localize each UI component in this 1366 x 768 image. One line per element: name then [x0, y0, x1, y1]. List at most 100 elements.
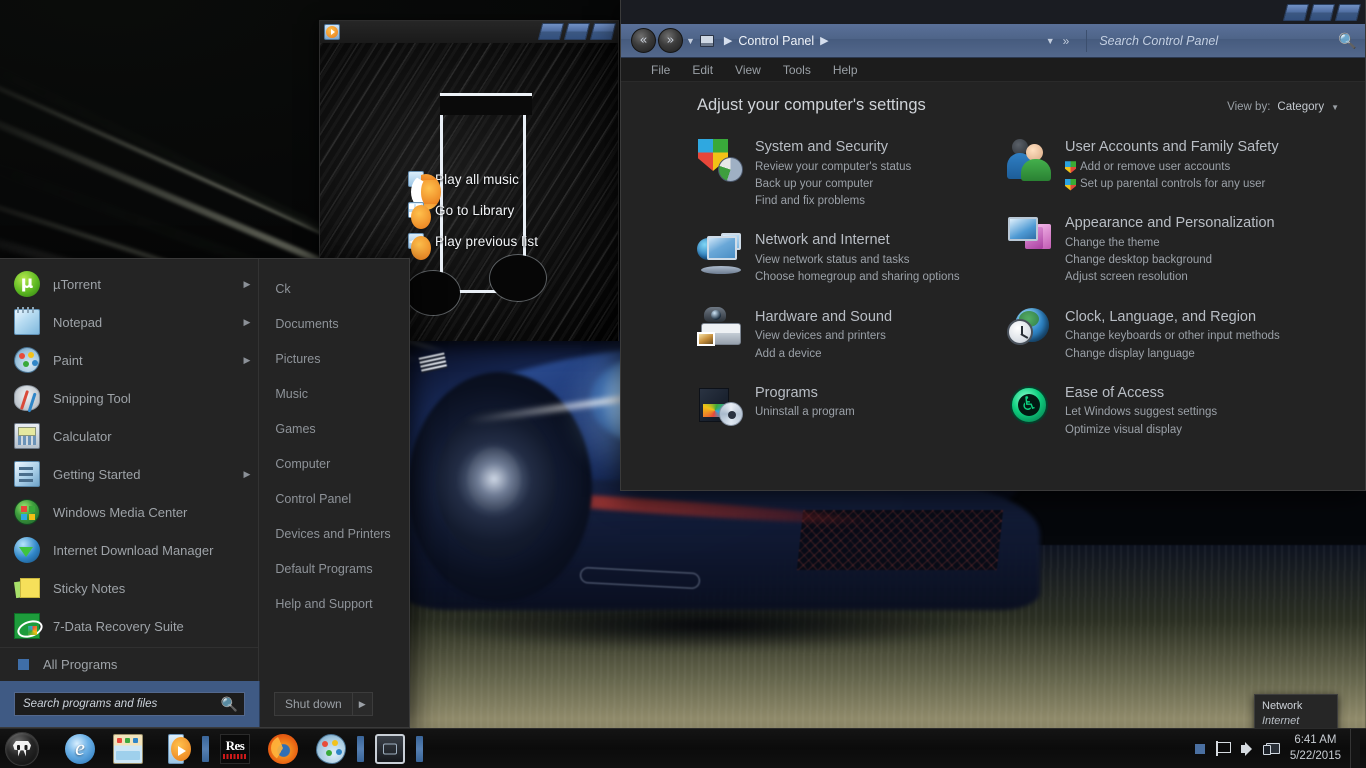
category-title[interactable]: System and Security — [755, 139, 911, 156]
submenu-arrow-icon[interactable]: ▶ — [243, 317, 250, 328]
shutdown-control[interactable]: Shut down ▶ — [274, 692, 373, 716]
category-link[interactable]: Add or remove user accounts — [1065, 159, 1279, 176]
category-hardware-and-sound[interactable]: Hardware and Sound View devices and prin… — [697, 306, 997, 363]
search-input[interactable] — [23, 698, 221, 710]
category-link[interactable]: Choose homegroup and sharing options — [755, 269, 960, 286]
sidebar-item-snipping-tool[interactable]: Snipping Tool — [0, 379, 258, 417]
history-dropdown-icon[interactable]: ▼ — [686, 36, 695, 46]
category-title[interactable]: Network and Internet — [755, 232, 960, 249]
sidebar-item-windows-media-center[interactable]: Windows Media Center — [0, 493, 258, 531]
search-icon[interactable]: 🔍 — [1338, 32, 1357, 50]
taskbar-item-remote-display[interactable] — [366, 729, 414, 768]
category-link[interactable]: Review your computer's status — [755, 159, 911, 176]
place-item-control-panel[interactable]: Control Panel — [259, 481, 409, 516]
category-title[interactable]: User Accounts and Family Safety — [1065, 139, 1279, 156]
jumplist-item-play-previous-list[interactable]: Play previous list — [408, 233, 608, 260]
jumplist-item-play-all-music[interactable]: Play all music — [408, 171, 608, 210]
sidebar-item-sticky-notes[interactable]: Sticky Notes — [0, 569, 258, 607]
category-ease-of-access[interactable]: Ease of Access Let Windows suggest setti… — [1007, 383, 1345, 439]
sidebar-item-getting-started[interactable]: Getting Started ▶ — [0, 455, 258, 493]
back-chevrons-icon[interactable]: « — [631, 28, 656, 53]
taskbar-item-windows-media-player[interactable] — [152, 729, 200, 768]
taskbar-item-paint[interactable] — [307, 729, 355, 768]
all-programs-button[interactable]: All Programs — [0, 647, 259, 681]
category-link[interactable]: Optimize visual display — [1065, 422, 1217, 439]
category-link[interactable]: Back up your computer — [755, 176, 911, 193]
place-item-user[interactable]: Ck — [259, 271, 409, 306]
show-desktop-button[interactable] — [1350, 728, 1360, 768]
minimize-button[interactable] — [537, 23, 565, 40]
breadcrumb[interactable]: Control Panel — [738, 34, 814, 48]
shutdown-button[interactable]: Shut down — [275, 693, 352, 715]
taskbar[interactable]: Res 6:41 AM 5/22/2015 — [0, 728, 1366, 768]
maximize-button[interactable] — [563, 23, 591, 40]
chevron-down-icon[interactable]: ▼ — [1331, 103, 1339, 112]
sidebar-item-calculator[interactable]: Calculator — [0, 417, 258, 455]
category-user-accounts[interactable]: User Accounts and Family Safety Add or r… — [1007, 137, 1345, 193]
search-input[interactable] — [1086, 29, 1337, 52]
taskbar-item-res-app[interactable]: Res — [211, 729, 259, 768]
category-title[interactable]: Clock, Language, and Region — [1065, 309, 1280, 326]
category-system-and-security[interactable]: System and Security Review your computer… — [697, 137, 997, 210]
category-link[interactable]: Change desktop background — [1065, 252, 1275, 269]
category-title[interactable]: Hardware and Sound — [755, 309, 892, 326]
category-title[interactable]: Programs — [755, 385, 855, 402]
menu-view[interactable]: View — [735, 63, 761, 77]
menu-file[interactable]: File — [651, 63, 670, 77]
maximize-button[interactable] — [1308, 4, 1336, 21]
category-title[interactable]: Ease of Access — [1065, 385, 1217, 402]
view-by-value[interactable]: Category — [1277, 101, 1324, 113]
category-appearance-and-personalization[interactable]: Appearance and Personalization Change th… — [1007, 213, 1345, 286]
network-button[interactable] — [1260, 729, 1284, 768]
category-network-and-internet[interactable]: Network and Internet View network status… — [697, 230, 997, 286]
submenu-arrow-icon[interactable]: ▶ — [243, 279, 250, 290]
media-player-titlebar[interactable] — [320, 21, 618, 43]
breadcrumb-separator[interactable]: ▶ — [820, 34, 828, 47]
category-link[interactable]: Add a device — [755, 346, 892, 363]
category-link[interactable]: Adjust screen resolution — [1065, 269, 1275, 286]
menu-bar[interactable]: File Edit View Tools Help — [621, 58, 1365, 82]
sidebar-item-paint[interactable]: Paint ▶ — [0, 341, 258, 379]
category-title[interactable]: Appearance and Personalization — [1065, 215, 1275, 232]
search-icon[interactable]: 🔍 — [221, 696, 238, 713]
category-link[interactable]: Change keyboards or other input methods — [1065, 328, 1280, 345]
place-item-devices-and-printers[interactable]: Devices and Printers — [259, 516, 409, 551]
place-item-music[interactable]: Music — [259, 376, 409, 411]
submenu-arrow-icon[interactable]: ▶ — [243, 469, 250, 480]
submenu-arrow-icon[interactable]: ▶ — [243, 355, 250, 366]
minimize-button[interactable] — [1282, 4, 1310, 21]
sidebar-item-7-data-recovery-suite[interactable]: 7-Data Recovery Suite — [0, 607, 258, 645]
clock[interactable]: 6:41 AM 5/22/2015 — [1284, 733, 1350, 764]
category-link[interactable]: View network status and tasks — [755, 252, 960, 269]
place-item-documents[interactable]: Documents — [259, 306, 409, 341]
forward-chevrons-icon[interactable]: » — [658, 28, 683, 53]
start-search-box[interactable]: 🔍 — [14, 692, 245, 716]
recent-pages-icon[interactable]: » — [1063, 34, 1070, 48]
control-panel-window[interactable]: « » ▼ ▶ Control Panel ▶ ▼ » 🔍 File Edit … — [620, 0, 1366, 491]
sidebar-item-notepad[interactable]: Notepad ▶ — [0, 303, 258, 341]
category-clock-language-region[interactable]: Clock, Language, and Region Change keybo… — [1007, 307, 1345, 363]
category-link[interactable]: Change the theme — [1065, 235, 1275, 252]
place-item-games[interactable]: Games — [259, 411, 409, 446]
place-item-default-programs[interactable]: Default Programs — [259, 551, 409, 586]
category-link[interactable]: Let Windows suggest settings — [1065, 404, 1217, 421]
sidebar-item-utorrent[interactable]: µTorrent ▶ — [0, 265, 258, 303]
close-button[interactable] — [1334, 4, 1362, 21]
shutdown-options-arrow-icon[interactable]: ▶ — [351, 693, 372, 715]
category-link[interactable]: Uninstall a program — [755, 404, 855, 421]
taskbar-item-windows-explorer[interactable] — [104, 729, 152, 768]
view-by-control[interactable]: View by: Category ▼ — [1227, 101, 1339, 113]
sidebar-item-internet-download-manager[interactable]: Internet Download Manager — [0, 531, 258, 569]
menu-help[interactable]: Help — [833, 63, 858, 77]
place-item-help-and-support[interactable]: Help and Support — [259, 586, 409, 621]
category-link[interactable]: Change display language — [1065, 346, 1280, 363]
jumplist-item-go-to-library[interactable]: Go to Library — [408, 202, 608, 229]
action-center-button[interactable] — [1212, 729, 1236, 768]
address-dropdown-icon[interactable]: ▼ — [1046, 36, 1055, 46]
category-link[interactable]: View devices and printers — [755, 328, 892, 345]
volume-button[interactable] — [1236, 729, 1260, 768]
start-menu[interactable]: µTorrent ▶ Notepad ▶ Paint ▶ Snipping To… — [0, 258, 410, 728]
show-hidden-icons-button[interactable] — [1188, 729, 1212, 768]
menu-edit[interactable]: Edit — [692, 63, 713, 77]
taskbar-item-firefox[interactable] — [259, 729, 307, 768]
